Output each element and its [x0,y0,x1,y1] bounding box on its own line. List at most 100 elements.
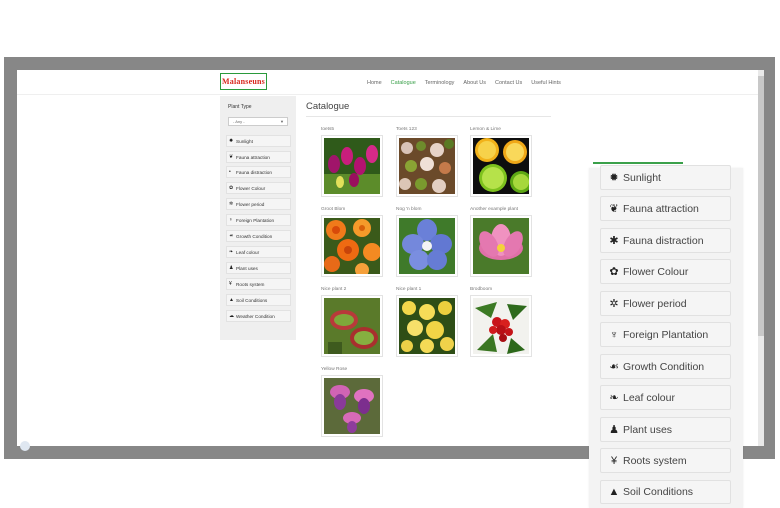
zoom-filter-label: Flower Colour [623,265,689,278]
plant-card-red-berries[interactable] [470,295,532,357]
filter-leaf-colour[interactable]: ❧ Leaf colour [226,246,291,258]
filter-label: Flower period [236,201,265,207]
pink-tulips-image [324,138,380,194]
zoom-filter-foreign-plantation[interactable]: ♆ Foreign Plantation [600,322,731,347]
hand-plant-icon: ☙ [229,233,234,239]
plant-card-lotus[interactable] [470,215,532,277]
feedback-button[interactable] [20,441,30,451]
filter-label: Fauna attraction [236,154,270,160]
pot-icon: ♟ [609,424,619,436]
zoom-filter-label: Plant uses [623,423,673,436]
filter-fauna-attraction[interactable]: ❦ Fauna attraction [226,151,291,163]
gear-flower-icon: ✲ [229,201,234,207]
plant-card-abelia[interactable] [396,135,458,197]
plant-card-flytrap[interactable] [321,295,383,357]
orange-dahlias-image [324,218,381,277]
plant-icon: ♆ [229,217,233,223]
filter-label: Plant uses [236,265,258,271]
zoom-filter-soil-conditions[interactable]: ▲ Soil Conditions [600,480,731,504]
plant-caption: Nice plant 1 [396,287,422,292]
pot-icon: ♟ [229,265,234,271]
zoom-filter-label: Fauna attraction [623,202,699,215]
filter-growth-condition[interactable]: ☙ Growth Condition [226,230,291,242]
plant-card-pink-tulips[interactable] [321,135,383,197]
caret-down-icon: ▼ [280,119,284,124]
plant-icon: ♆ [609,328,619,341]
zoom-filter-roots-system[interactable]: ¥ Roots system [600,448,731,473]
plant-type-select[interactable]: - Any - ▼ [228,117,288,126]
filter-weather-condition[interactable]: ☁ Weather Condition [226,310,291,322]
filter-label: Soil Conditions [236,297,268,303]
red-berries-image [473,298,529,354]
zoom-filter-sunlight[interactable]: ✹ Sunlight [600,165,731,190]
nav-useful-hints[interactable]: Useful Hints [531,80,561,86]
nav-catalogue[interactable]: Catalogue [391,80,416,86]
nav-contact-us[interactable]: Contact Us [495,80,522,86]
scrollbar-thumb[interactable] [758,76,764,336]
plant-caption: Another example plant [470,207,518,212]
plant-card-citrus[interactable] [470,135,532,197]
nav-terminology[interactable]: Terminology [425,80,455,86]
zoom-filter-growth-condition[interactable]: ☙ Growth Condition [600,354,731,379]
zoom-filter-leaf-colour[interactable]: ❧ Leaf colour [600,385,731,410]
soil-icon: ▲ [608,486,620,498]
hand-plant-icon: ☙ [609,361,619,373]
page-title: Catalogue [306,101,350,112]
site-logo[interactable]: Malanseuns [220,73,267,90]
bug-icon: • [229,169,231,175]
flower-icon: ✿ [229,185,234,191]
filter-title: Plant Type [228,104,252,110]
plant-caption: Nog 'n blom [396,207,422,212]
filter-roots-system[interactable]: ¥ Roots system [226,278,291,290]
weather-icon: ☁ [229,313,234,319]
nav-about-us[interactable]: About Us [463,80,486,86]
plant-card-fuchsia[interactable] [321,375,383,437]
header-divider [17,94,758,95]
plant-caption: Lemon & Lime [470,127,501,132]
sun-icon: ✹ [609,172,619,184]
plant-card-dahlias[interactable] [321,215,383,277]
zoom-filter-plant-uses[interactable]: ♟ Plant uses [600,417,731,442]
leaves-icon: ❧ [609,392,619,404]
filter-plant-uses[interactable]: ♟ Plant uses [226,262,291,274]
filter-label: Sunlight [236,138,253,144]
filter-flower-colour[interactable]: ✿ Flower Colour [226,182,291,194]
nav-home[interactable]: Home [367,80,382,86]
blue-flower-image [399,218,455,274]
zoom-filter-label: Growth Condition [623,360,705,373]
filter-sunlight[interactable]: ✹ Sunlight [226,135,291,147]
soil-icon: ▲ [229,297,234,303]
zoom-filter-flower-colour[interactable]: ✿ Flower Colour [600,259,731,284]
plant-caption: toets5 [321,127,335,132]
zoom-accent-bar [593,162,683,164]
select-value: - Any - [233,119,245,124]
roots-icon: ¥ [610,454,618,467]
filter-flower-period[interactable]: ✲ Flower period [226,198,291,210]
filter-label: Foreign Plantation [236,217,275,223]
venus-flytrap-image [324,298,380,354]
zoom-filter-fauna-attraction[interactable]: ❦ Fauna attraction [600,196,731,221]
filter-label: Flower Colour [236,185,266,191]
title-divider [306,116,551,117]
leaf-icon: ❦ [229,154,234,160]
plant-caption: Nice plant 2 [321,287,347,292]
main-nav: Home Catalogue Terminology About Us Cont… [367,80,570,86]
roots-icon: ¥ [229,281,232,287]
filter-label: Fauna distraction [236,169,272,175]
plant-card-blue-flower[interactable] [396,215,458,277]
zoom-filter-label: Soil Conditions [623,486,694,498]
zoom-filter-label: Flower period [623,297,687,310]
filter-foreign-plantation[interactable]: ♆ Foreign Plantation [226,214,291,226]
filter-label: Growth Condition [236,233,273,239]
zoom-filter-fauna-distraction[interactable]: ✱ Fauna distraction [600,228,731,253]
abelia-shrub-image [399,138,455,194]
filter-fauna-distraction[interactable]: • Fauna distraction [226,166,291,178]
citrus-slices-image [473,138,532,194]
filter-soil-conditions[interactable]: ▲ Soil Conditions [226,294,291,306]
bug-icon: ✱ [609,235,619,247]
plant-card-yellow-roses[interactable] [396,295,458,357]
plant-caption: Yellow Rose [321,367,348,372]
plant-caption: Toets 123 [396,127,417,132]
filter-label: Weather Condition [236,313,275,319]
zoom-filter-flower-period[interactable]: ✲ Flower period [600,291,731,316]
